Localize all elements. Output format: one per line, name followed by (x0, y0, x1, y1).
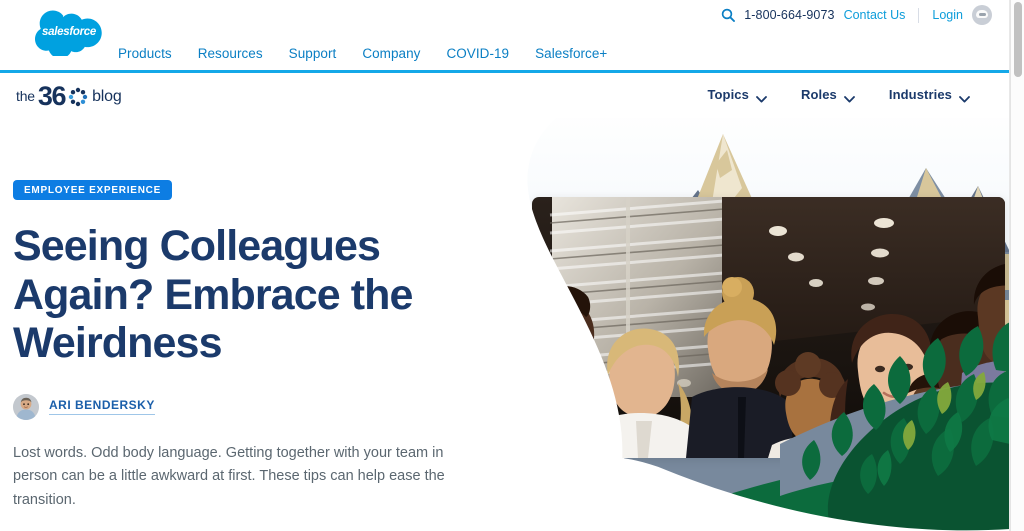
nav-item-salesforce-plus[interactable]: Salesforce+ (535, 46, 607, 61)
user-avatar-icon[interactable] (972, 5, 992, 25)
blog-logo-36: 36 (37, 81, 67, 111)
brand-accent-rule (0, 70, 1010, 73)
article-summary: Lost words. Odd body language. Getting t… (13, 444, 445, 508)
page-root: salesforce Products Resources Support Co… (0, 0, 1024, 531)
blog-nav-industries[interactable]: Industries (888, 87, 970, 103)
vertical-scrollbar[interactable] (1010, 0, 1024, 531)
chevron-down-icon (843, 91, 855, 103)
utility-divider (918, 7, 920, 23)
blog-nav-topics-label: Topics (707, 87, 749, 102)
article-hero-content: EMPLOYEE EXPERIENCE Seeing Colleagues Ag… (13, 180, 503, 512)
author-name-link[interactable]: ARI BENDERSKY (49, 398, 155, 416)
blog-nav-roles[interactable]: Roles (800, 87, 855, 103)
vertical-scroll-thumb[interactable] (1014, 2, 1022, 77)
blog-logo-blog: blog (92, 87, 122, 105)
nav-item-resources[interactable]: Resources (198, 46, 263, 61)
nav-item-products[interactable]: Products (118, 46, 172, 61)
chevron-down-icon (756, 91, 767, 103)
author-byline: ARI BENDERSKY (13, 393, 503, 420)
blog-nav-topics[interactable]: Topics (707, 87, 767, 103)
chevron-down-icon (959, 91, 970, 103)
search-icon[interactable] (721, 8, 736, 22)
contact-us-link[interactable]: Contact Us (844, 8, 906, 22)
blog-nav-roles-label: Roles (800, 87, 837, 102)
blog-nav-industries-label: Industries (888, 87, 952, 102)
page-title: Seeing Colleagues Again? Embrace the Wei… (13, 222, 413, 368)
category-badge[interactable]: EMPLOYEE EXPERIENCE (13, 180, 173, 200)
blog-logo-the: the (16, 88, 35, 104)
blog-navigation: Topics Roles Industries (707, 87, 970, 103)
main-navigation: Products Resources Support Company COVID… (118, 46, 607, 61)
nav-item-company[interactable]: Company (362, 46, 420, 61)
blog-logo[interactable]: the 36 blog (16, 83, 122, 110)
utility-links: 1-800-664-9073 Contact Us Login (721, 2, 992, 28)
salesforce-wordmark: salesforce (42, 26, 97, 38)
360-dots-icon (68, 87, 88, 107)
author-avatar (13, 393, 39, 420)
salesforce-utility-bar: salesforce Products Resources Support Co… (0, 0, 1010, 70)
salesforce-cloud-logo[interactable]: salesforce (33, 8, 105, 59)
nav-item-covid19[interactable]: COVID-19 (446, 46, 509, 61)
nav-item-support[interactable]: Support (289, 46, 337, 61)
hero-image (532, 197, 1005, 458)
phone-number[interactable]: 1-800-664-9073 (744, 8, 834, 22)
login-link[interactable]: Login (932, 8, 963, 22)
blog-header-bar: the 36 blog Topics Roles Industries (0, 73, 1010, 118)
